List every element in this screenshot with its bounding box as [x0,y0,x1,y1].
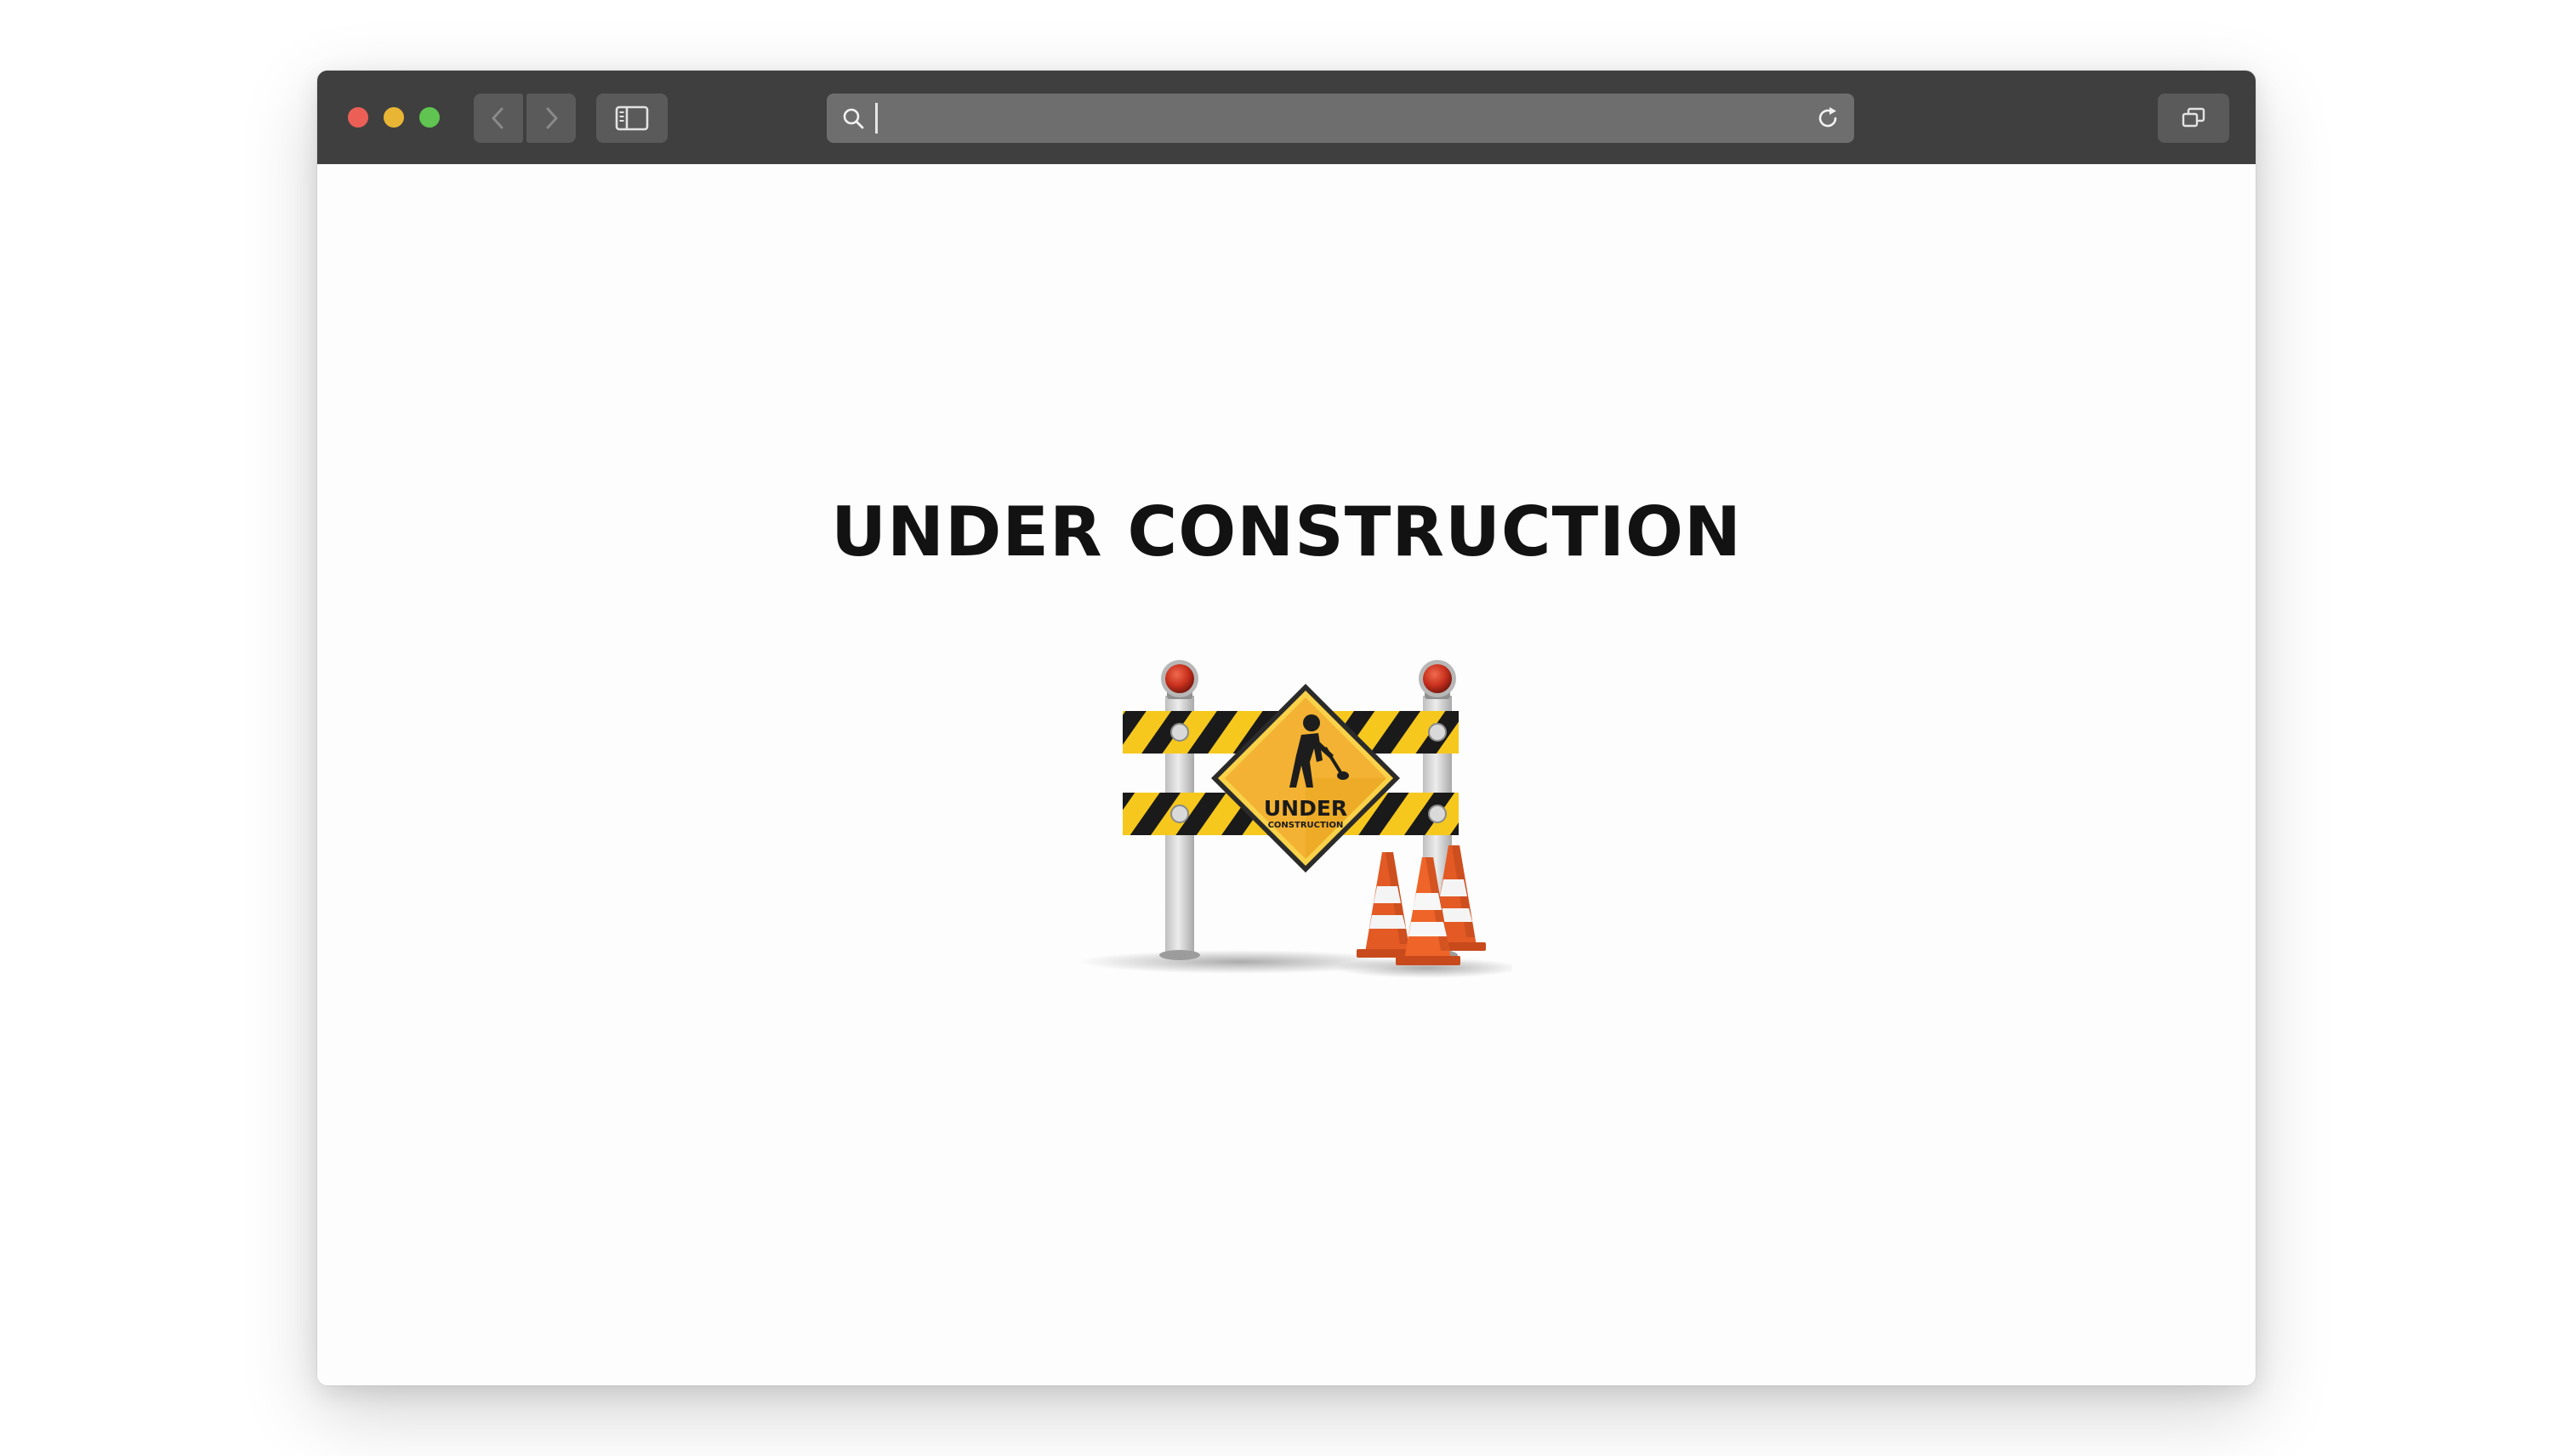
page-content: UNDER CONSTRUCTION UNDER CONSTRUCTION [317,164,2256,1385]
browser-window: UNDER CONSTRUCTION UNDER CONSTRUCTION [317,71,2256,1385]
sign-text-main: UNDER [1264,796,1347,821]
tab-overview-icon [2182,107,2205,128]
address-input[interactable] [874,102,1776,134]
text-cursor [875,103,878,134]
sidebar-toggle-button[interactable] [596,94,668,143]
address-bar[interactable] [827,94,1854,143]
page-title: UNDER CONSTRUCTION [831,492,1742,572]
forward-button[interactable] [526,94,576,143]
reload-icon[interactable] [1815,105,1841,131]
browser-toolbar [317,71,2256,164]
search-icon [843,108,864,129]
back-button[interactable] [474,94,523,143]
sidebar-icon [615,105,649,131]
close-window-button[interactable] [348,107,368,128]
chevron-left-icon [492,107,504,129]
chevron-right-icon [546,107,558,129]
desktop-background: UNDER CONSTRUCTION UNDER CONSTRUCTION [0,0,2572,1456]
sign-text-sub: CONSTRUCTION [1268,821,1344,830]
tab-overview-button[interactable] [2158,94,2229,143]
minimize-window-button[interactable] [384,107,404,128]
maximize-window-button[interactable] [419,107,440,128]
under-construction-barrier-icon: UNDER CONSTRUCTION [1078,660,1512,978]
